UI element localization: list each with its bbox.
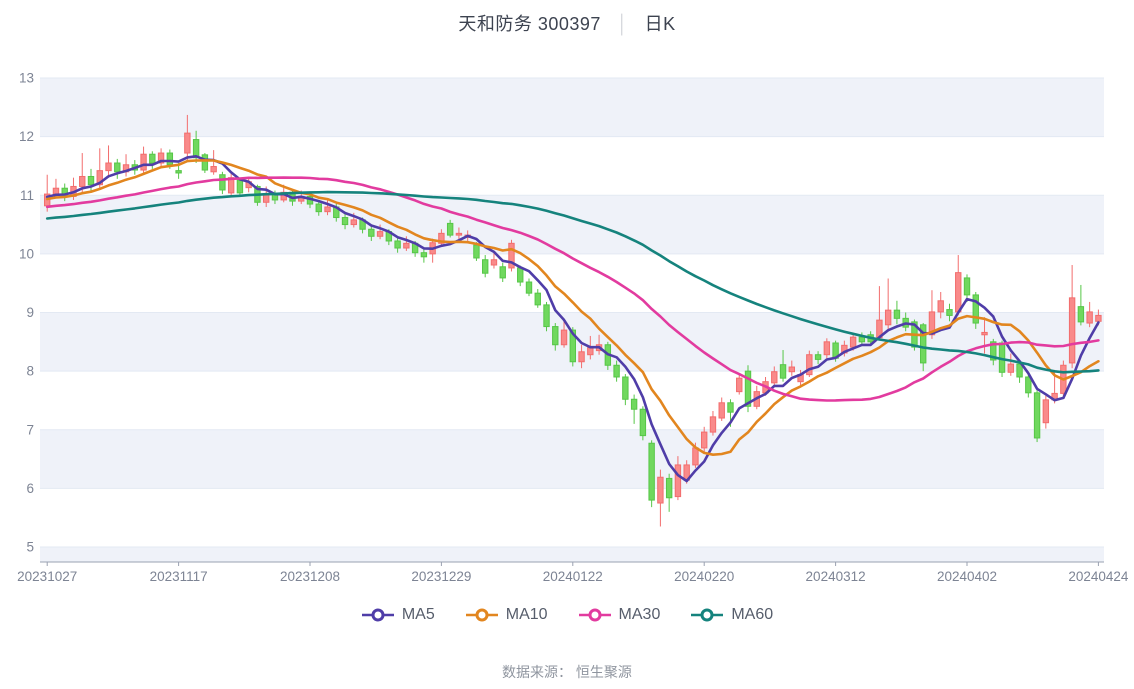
x-axis-labels: 20231027 20231117 20231208 20231229 20240122… xyxy=(17,562,1129,584)
svg-text:20231027: 20231027 xyxy=(17,569,77,584)
svg-text:20240122: 20240122 xyxy=(543,569,603,584)
legend-marker-ma5-icon xyxy=(361,607,395,623)
legend-label-ma30: MA30 xyxy=(619,606,661,624)
svg-text:12: 12 xyxy=(19,129,34,144)
svg-text:13: 13 xyxy=(19,71,34,86)
svg-text:9: 9 xyxy=(26,305,34,320)
svg-text:10: 10 xyxy=(19,246,34,261)
svg-text:7: 7 xyxy=(26,422,34,437)
data-source: 数据来源： 恒生聚源 xyxy=(0,662,1134,682)
legend-marker-ma60-icon xyxy=(690,607,724,623)
svg-text:20231208: 20231208 xyxy=(280,569,340,584)
kline-chart[interactable]: 20231027 20231117 20231208 20231229 20240122… xyxy=(0,0,1134,600)
y-axis-labels: 5 6 7 8 9 10 11 12 13 xyxy=(19,71,34,555)
svg-text:8: 8 xyxy=(26,364,34,379)
legend-marker-ma10-icon xyxy=(465,607,499,623)
legend-label-ma10: MA10 xyxy=(506,606,548,624)
svg-text:20240402: 20240402 xyxy=(937,569,997,584)
svg-text:5: 5 xyxy=(26,540,34,555)
legend-item-ma30[interactable]: MA30 xyxy=(578,606,661,624)
svg-text:20240424: 20240424 xyxy=(1068,569,1129,584)
legend-label-ma60: MA60 xyxy=(731,606,773,624)
svg-text:20240312: 20240312 xyxy=(806,569,866,584)
plot-bands xyxy=(40,78,1104,562)
ma-legend: MA5 MA10 MA30 MA60 xyxy=(0,606,1134,624)
legend-marker-ma30-icon xyxy=(578,607,612,623)
svg-text:20231229: 20231229 xyxy=(411,569,471,584)
svg-text:6: 6 xyxy=(26,481,34,496)
svg-text:11: 11 xyxy=(20,188,34,203)
legend-label-ma5: MA5 xyxy=(402,606,435,624)
legend-item-ma5[interactable]: MA5 xyxy=(361,606,435,624)
kline-page: 天和防务 300397│日K 2023102720231117202312082… xyxy=(0,0,1134,689)
legend-item-ma60[interactable]: MA60 xyxy=(690,606,773,624)
legend-item-ma10[interactable]: MA10 xyxy=(465,606,548,624)
svg-text:20240220: 20240220 xyxy=(674,569,734,584)
svg-text:20231117: 20231117 xyxy=(150,569,208,584)
chart-area: 20231027 20231117 20231208 20231229 20240122… xyxy=(0,0,1134,605)
